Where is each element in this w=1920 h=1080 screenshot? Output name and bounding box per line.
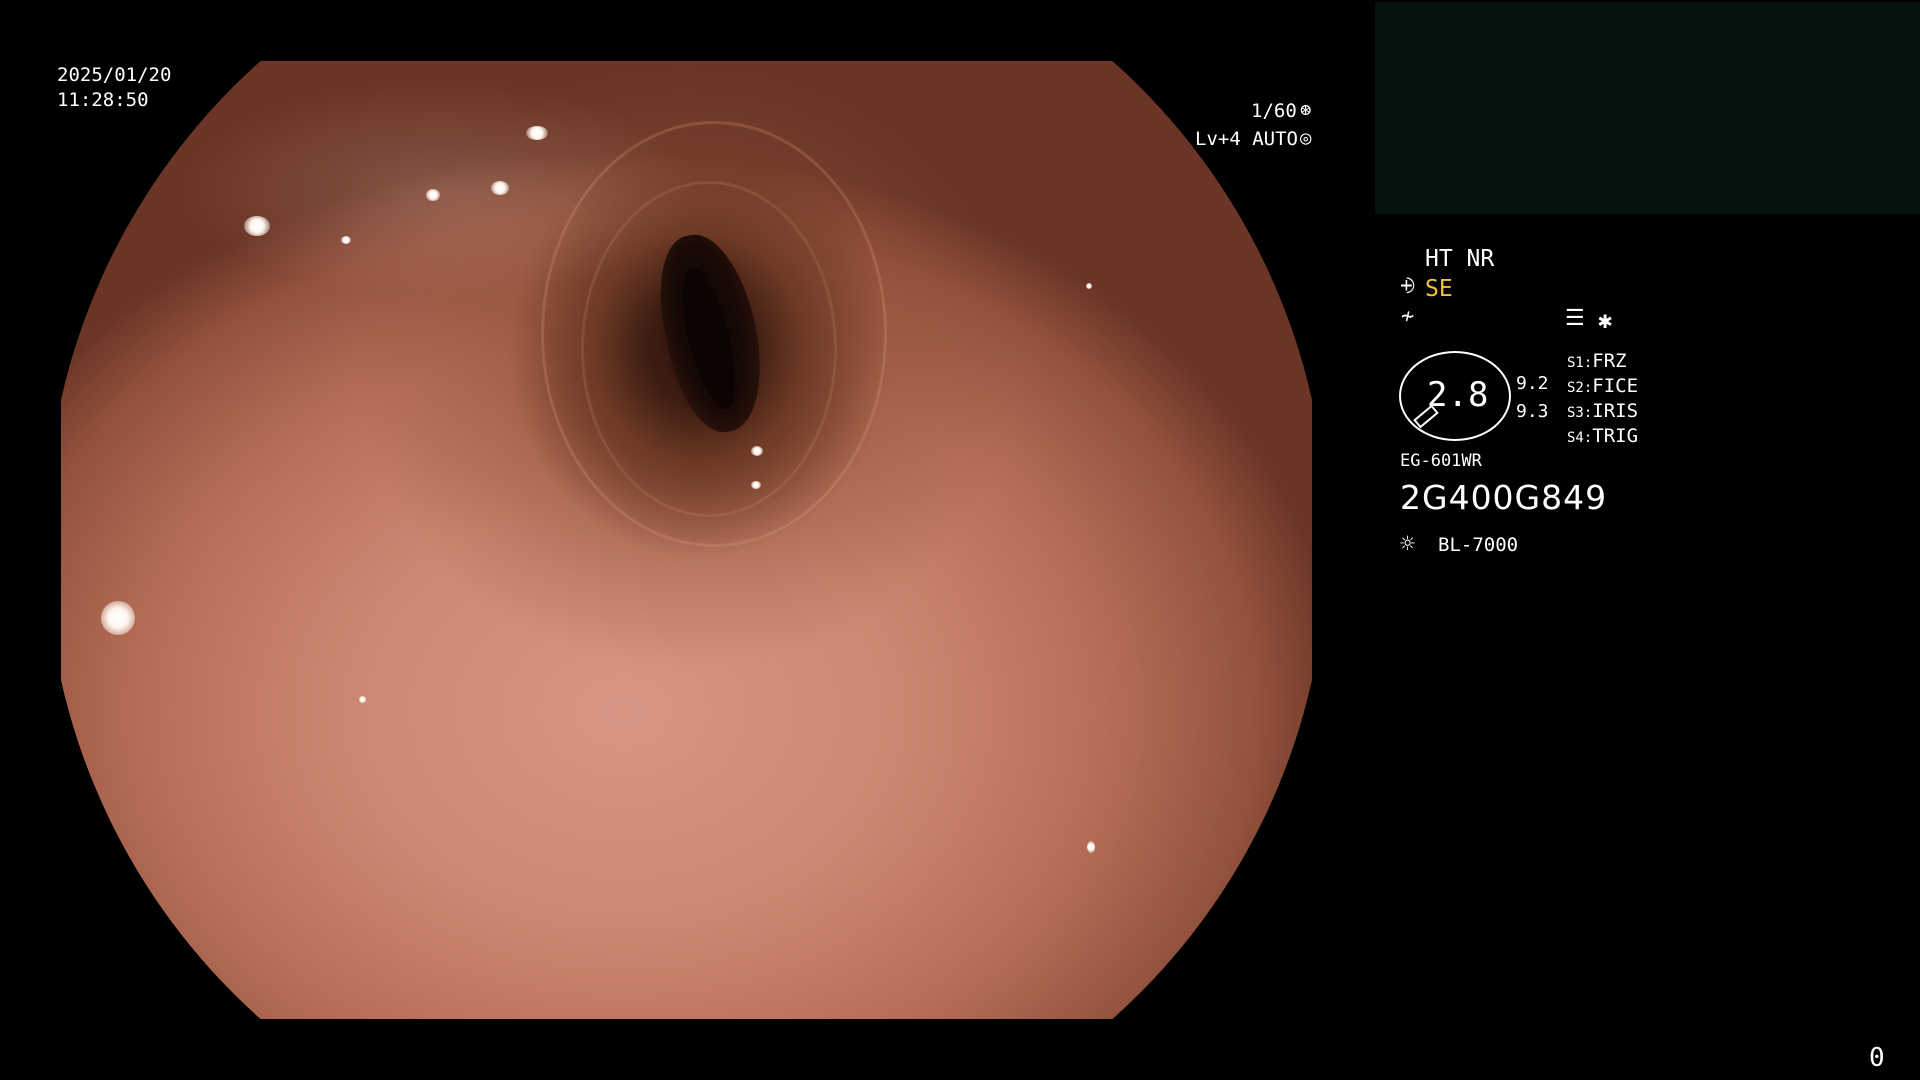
light-reflection [526,126,548,140]
endoscope-image [61,61,1312,1019]
color-enhancement-icon: ≁ [1401,304,1415,329]
shutter-icon: ⊛ [1300,99,1312,121]
switch-label: FICE [1592,375,1639,397]
gauge-value-lower: 9.3 [1516,401,1549,422]
endoscopy-screen: 2025/01/20 11:28:50 1/60 ⊛ Lv+4 AUTO ◎ H… [0,0,1920,1080]
gauge-value-upper: 9.2 [1516,373,1549,394]
switch-key: S2: [1567,380,1593,396]
ht-nr-label: HT NR [1425,246,1495,272]
date-label: 2025/01/20 [57,64,172,86]
switch-key: S3: [1567,405,1593,421]
iris-icon: ◎ [1300,127,1312,149]
structure-enhancement-icon: ⨮ [1400,274,1416,299]
switch-label: IRIS [1592,400,1639,422]
switch-3: S3:IRIS [1567,402,1638,421]
image-counter: 0 [1869,1043,1885,1073]
switch-1: S1:FRZ [1567,352,1627,371]
menu-icon: ☰ [1565,306,1585,331]
light-reflection [359,696,366,703]
iris-level: Lv+4 AUTO [1195,128,1298,150]
light-reflection [244,216,270,236]
light-reflection [751,481,761,489]
switch-4: S4:TRIG [1567,427,1638,446]
light-reflection [1086,283,1092,289]
se-label: SE [1425,276,1453,302]
switch-label: TRIG [1592,425,1639,447]
gauge-value: 2.8 [1427,375,1489,415]
switch-key: S1: [1567,355,1593,371]
light-reflection [341,236,351,244]
asterisk-icon: ✱ [1598,306,1613,334]
shutter-speed: 1/60 [1251,100,1297,122]
light-reflection [491,181,509,195]
switch-label: FRZ [1592,350,1627,372]
switch-key: S4: [1567,430,1593,446]
light-reflection [426,189,440,201]
light-source-label: BL-7000 [1438,534,1519,556]
light-reflection [101,601,135,635]
switch-2: S2:FICE [1567,377,1638,396]
time-label: 11:28:50 [57,89,149,111]
light-reflection [751,446,763,456]
light-reflection [1087,841,1095,853]
light-source-icon: ☼ [1400,529,1416,558]
scope-serial: 2G400G849 [1400,478,1608,517]
thumbnail-area [1375,2,1920,214]
scope-model: EG-601WR [1400,451,1482,471]
